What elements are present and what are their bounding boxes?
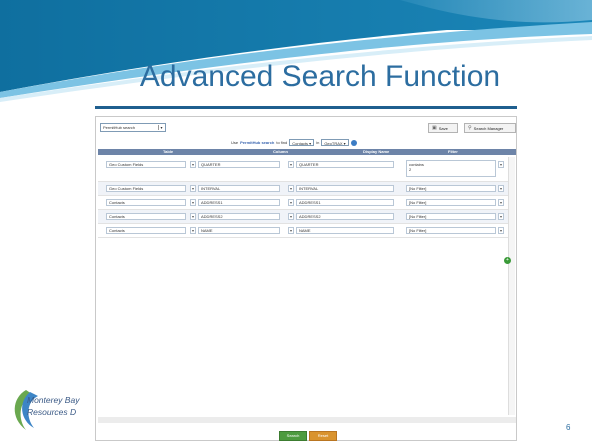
table-row: Contacts ▾ ADDRESS1 ▾ ADDRESS1 [No Filte…: [98, 196, 508, 210]
slide-title: Advanced Search Function: [139, 60, 501, 93]
filter-value: [No Filter]: [409, 214, 427, 219]
search-manager-button[interactable]: ⚲ Search Manager: [464, 123, 516, 133]
display-name-value: INTERVAL: [299, 186, 319, 191]
table-select-value: Contacts: [109, 200, 125, 205]
column-select[interactable]: ADDRESS1: [198, 199, 280, 206]
query-search-name: PermitHub search: [240, 140, 275, 145]
display-name-field[interactable]: INTERVAL: [296, 185, 394, 192]
logo-line-2: Resources D: [27, 407, 77, 417]
table-select-value: Geo Custom Fields: [109, 186, 144, 191]
column-select[interactable]: INTERVAL: [198, 185, 280, 192]
display-name-field[interactable]: QUARTER: [296, 161, 394, 168]
save-button[interactable]: ▣ Save: [428, 123, 458, 133]
chevron-down-icon[interactable]: ▾: [288, 227, 294, 234]
chevron-down-icon[interactable]: ▾: [498, 213, 504, 220]
go-icon[interactable]: [350, 139, 357, 146]
table-select[interactable]: Contacts: [106, 227, 186, 234]
filter-value: [No Filter]: [409, 200, 427, 205]
header-display-name: Display Name: [363, 149, 390, 154]
logo-line-1: Monterey Bay: [27, 395, 80, 405]
in-select[interactable]: GeoTRAX ▾: [321, 139, 349, 146]
table-row: Contacts ▾ ADDRESS2 ▾ ADDRESS2 [No Filte…: [98, 210, 508, 224]
chevron-down-icon[interactable]: ▾: [498, 227, 504, 234]
chevron-down-icon[interactable]: ▾: [190, 213, 196, 220]
search-select[interactable]: PermitHub search ▾: [100, 123, 166, 132]
header-filter: Filter: [448, 149, 458, 154]
in-select-value: GeoTRAX: [324, 141, 343, 146]
query-line: Use PermitHub search to find Contacts ▾ …: [231, 139, 357, 146]
display-name-value: NAME: [299, 228, 311, 233]
filter-field[interactable]: [No Filter]: [406, 185, 496, 192]
reset-button[interactable]: Reset: [309, 431, 337, 441]
query-in-label: in: [316, 140, 320, 145]
filter-value: [No Filter]: [409, 228, 427, 233]
header-table: Table: [163, 149, 174, 154]
column-select-value: NAME: [201, 228, 213, 233]
advanced-search-window: PermitHub search ▾ ▣ Save ⚲ Search Manag…: [95, 116, 517, 441]
display-name-field[interactable]: ADDRESS1: [296, 199, 394, 206]
column-select-value: QUARTER: [201, 162, 221, 167]
filter-field[interactable]: [No Filter]: [406, 199, 496, 206]
search-button[interactable]: Search: [279, 431, 307, 441]
filter-value: [No Filter]: [409, 186, 427, 191]
filter-field[interactable]: contains 2: [406, 160, 496, 177]
table-row: Geo Custom Fields ▾ QUARTER ▾ QUARTER co…: [98, 157, 508, 182]
chevron-down-icon[interactable]: ▾: [288, 185, 294, 192]
floppy-disk-icon: ▣: [432, 125, 437, 131]
table-select[interactable]: Geo Custom Fields: [106, 185, 186, 192]
save-button-label: Save: [438, 125, 448, 131]
find-select-value: Contacts: [292, 141, 309, 146]
table-select[interactable]: Contacts: [106, 213, 186, 220]
display-name-value: ADDRESS2: [299, 214, 321, 219]
table-header: Table Column Display Name Filter: [98, 149, 516, 155]
chevron-down-icon[interactable]: ▾: [190, 185, 196, 192]
slide: Advanced Search Function PermitHub searc…: [0, 0, 592, 446]
magnifier-icon: ⚲: [468, 125, 472, 131]
column-select[interactable]: NAME: [198, 227, 280, 234]
column-select[interactable]: ADDRESS2: [198, 213, 280, 220]
column-select-value: ADDRESS1: [201, 200, 223, 205]
display-name-value: ADDRESS1: [299, 200, 321, 205]
chevron-down-icon[interactable]: ▾: [190, 227, 196, 234]
filter-field[interactable]: [No Filter]: [406, 213, 496, 220]
chevron-down-icon[interactable]: ▾: [190, 199, 196, 206]
filter-field[interactable]: [No Filter]: [406, 227, 496, 234]
column-select-value: ADDRESS2: [201, 214, 223, 219]
query-middle-text: to find: [276, 140, 288, 145]
table-select-value: Geo Custom Fields: [109, 162, 144, 167]
chevron-down-icon[interactable]: ▾: [288, 213, 294, 220]
table-select[interactable]: Contacts: [106, 199, 186, 206]
column-select-value: INTERVAL: [201, 186, 221, 191]
company-logo: Monterey Bay Resources D: [8, 384, 96, 436]
query-prefix: Use: [231, 140, 239, 145]
search-select-value: PermitHub search: [103, 125, 136, 130]
page-number: 6: [566, 423, 571, 432]
table-select[interactable]: Geo Custom Fields: [106, 161, 186, 168]
add-row-button[interactable]: +: [504, 257, 511, 264]
filter-value: 2: [409, 167, 412, 172]
title-underline: [95, 106, 517, 109]
vertical-scrollbar[interactable]: [508, 157, 515, 415]
chevron-down-icon[interactable]: ▾: [498, 199, 504, 206]
display-name-field[interactable]: ADDRESS2: [296, 213, 394, 220]
table-row: Geo Custom Fields ▾ INTERVAL ▾ INTERVAL …: [98, 182, 508, 196]
table-select-value: Contacts: [109, 214, 125, 219]
display-name-value: QUARTER: [299, 162, 319, 167]
horizontal-scrollbar[interactable]: [98, 417, 516, 423]
chevron-down-icon[interactable]: ▾: [288, 161, 294, 168]
column-select[interactable]: QUARTER: [198, 161, 280, 168]
chevron-down-icon: ▾: [158, 125, 164, 130]
table-select-value: Contacts: [109, 228, 125, 233]
table-row: Contacts ▾ NAME ▾ NAME [No Filter] ▾: [98, 224, 508, 238]
chevron-down-icon[interactable]: ▾: [498, 161, 504, 168]
display-name-field[interactable]: NAME: [296, 227, 394, 234]
find-select[interactable]: Contacts ▾: [289, 139, 315, 146]
header-column: Column: [273, 149, 288, 154]
search-manager-label: Search Manager: [473, 125, 504, 131]
chevron-down-icon[interactable]: ▾: [498, 185, 504, 192]
chevron-down-icon[interactable]: ▾: [190, 161, 196, 168]
chevron-down-icon[interactable]: ▾: [288, 199, 294, 206]
